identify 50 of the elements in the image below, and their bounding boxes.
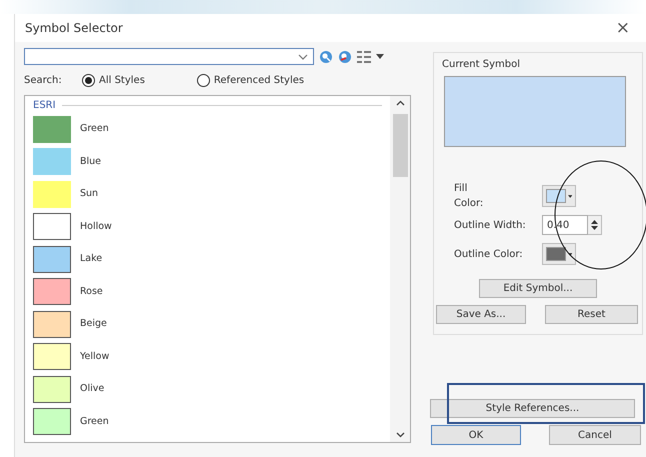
reset-button[interactable]: Reset bbox=[545, 305, 638, 324]
save-as-button[interactable]: Save As... bbox=[436, 305, 526, 324]
scroll-up-icon[interactable] bbox=[396, 100, 404, 106]
search-combo-box[interactable] bbox=[24, 48, 314, 65]
radio-option[interactable]: All Styles bbox=[82, 73, 145, 88]
symbol-name[interactable]: Hollow bbox=[80, 220, 112, 234]
outline-width-label: Outline Width: bbox=[454, 218, 527, 232]
color-swatch[interactable] bbox=[33, 278, 71, 306]
window-title: Symbol Selector bbox=[25, 20, 123, 37]
color-swatch[interactable] bbox=[33, 376, 71, 403]
caret-icon[interactable] bbox=[568, 252, 572, 256]
scrollbar[interactable] bbox=[390, 96, 410, 442]
search-options-icon[interactable] bbox=[338, 50, 352, 64]
symbol-name[interactable]: Beige bbox=[80, 317, 107, 332]
radio-option[interactable]: Referenced Styles bbox=[196, 73, 304, 88]
symbol-name[interactable]: Olive bbox=[80, 382, 104, 396]
close-button[interactable]: × bbox=[612, 20, 634, 36]
color-swatch[interactable] bbox=[33, 180, 71, 208]
cancel-button[interactable]: Cancel bbox=[549, 425, 641, 445]
edit-symbol-button[interactable]: Edit Symbol... bbox=[479, 279, 597, 298]
symbol-name[interactable]: Yellow bbox=[80, 350, 110, 364]
color-swatch[interactable] bbox=[33, 116, 71, 143]
fill-color-label: Fill Color: bbox=[454, 182, 484, 211]
outline-color-picker[interactable] bbox=[542, 243, 576, 265]
outline-color-label: Outline Color: bbox=[454, 248, 524, 262]
search-label: Search: bbox=[24, 74, 63, 88]
symbol-name[interactable]: Green bbox=[80, 122, 109, 136]
color-swatch[interactable] bbox=[33, 343, 71, 370]
symbol-name[interactable]: Rose bbox=[80, 284, 103, 299]
caret-icon[interactable] bbox=[376, 54, 384, 59]
symbol-name[interactable]: Green bbox=[80, 414, 109, 429]
color-swatch[interactable] bbox=[33, 213, 71, 240]
list-view-icon[interactable] bbox=[357, 50, 371, 62]
group-title: Current Symbol bbox=[442, 58, 521, 72]
color-swatch[interactable] bbox=[33, 246, 71, 273]
scroll-thumb[interactable] bbox=[392, 114, 408, 177]
group-heading: ESRI bbox=[33, 99, 56, 113]
color-swatch[interactable] bbox=[33, 408, 71, 436]
color-swatch[interactable] bbox=[33, 310, 71, 338]
symbol-name[interactable]: Sun bbox=[80, 187, 98, 202]
fill-color-picker[interactable] bbox=[542, 185, 576, 207]
symbol-name[interactable]: Lake bbox=[80, 252, 102, 266]
search-icon[interactable] bbox=[319, 50, 333, 64]
symbol-name[interactable]: Blue bbox=[80, 154, 102, 169]
color-swatch[interactable] bbox=[33, 148, 71, 176]
ok-button[interactable]: OK bbox=[431, 425, 521, 445]
scroll-down-icon[interactable] bbox=[396, 432, 404, 438]
spin-buttons[interactable] bbox=[588, 215, 602, 235]
caret-icon[interactable] bbox=[568, 194, 572, 198]
style-references-button[interactable]: Style References... bbox=[430, 399, 635, 418]
